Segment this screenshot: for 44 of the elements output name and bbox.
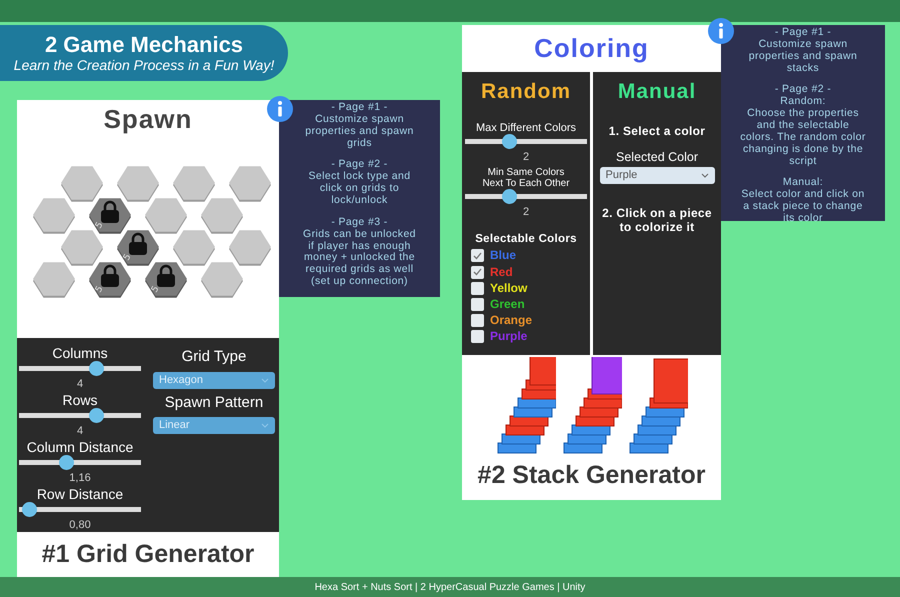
column-heading: Random [481,79,571,105]
slider-label: Min Same Colors Next To Each Other [481,167,571,190]
section-heading: Selectable Colors [475,232,577,246]
slider-value: 4 [76,424,84,440]
info-text: Manual: Select color and click on a stack piece to change its color [740,177,866,225]
slider-label: Columns [51,346,109,362]
lock-count: 5 [122,252,134,262]
panel-title: Coloring [534,32,649,65]
dropdown-label: Selected Color [616,148,698,166]
dropdown[interactable]: Purple [600,166,714,184]
color-option-label: Yellow [490,282,528,295]
dropdown-label: Grid Type [180,347,248,367]
slider-label: Column Distance [26,440,134,456]
slider-value: 1,16 [68,471,92,486]
banner-title: 2 Game Mechanics [44,32,244,57]
color-option-label: Green [490,298,525,312]
color-option-label: Blue [490,249,516,263]
instruction-text: 2. Click on a piece to colorize it [602,206,712,234]
lock-count: 5 [94,284,106,294]
slider-value: 2 [522,150,530,165]
info-text: - Page #3 - Grids can be unlocked if player has enough money + unlocked the required grids as well (set up connection) [302,216,417,288]
color-option-label: Orange [490,314,532,328]
footer-caption: Hexa Sort + Nuts Sort | 2 HyperCasual Puzzle Games | Unity [314,580,586,594]
color-option-label: Red [490,266,513,279]
lock-count: 5 [150,284,162,294]
banner-subtitle: Learn the Creation Process in a Fun Way! [14,56,274,74]
info-text: - Page #2 - Select lock type and click on grids to lock/unlock [308,159,412,207]
slider-label: Max Different Colors [474,122,578,134]
panel-caption: #2 Stack Generator [478,460,706,491]
panel-caption: #1 Grid Generator [42,539,254,570]
slider-value: 2 [522,205,530,220]
slider-label: Row Distance [36,486,124,502]
slider-value: 4 [76,377,84,392]
instruction-text: 1. Select a color [608,124,706,138]
slider-value: 0,80 [68,518,92,534]
dropdown-label: Spawn Pattern [164,392,264,412]
slider-label: Rows [61,392,98,408]
info-text: - Page #1 - Customize spawn properties and spawn stacks [748,27,858,74]
info-text: - Page #2 - Random: Choose the properties and the selectable colors. The random color changing is done by the script [739,84,867,168]
lock-count: 5 [94,220,106,230]
column-heading: Manual [618,79,696,105]
info-text: - Page #1 - Customize spawn properties and spawn grids [304,102,415,150]
color-option-label: Purple [490,330,528,344]
panel-title: Spawn [104,103,192,136]
